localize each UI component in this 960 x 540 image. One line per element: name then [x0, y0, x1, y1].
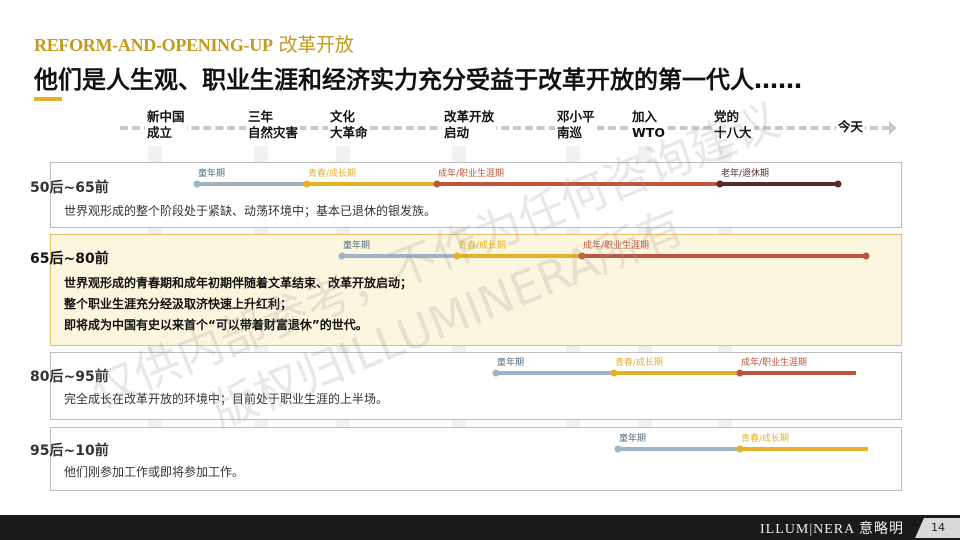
generation-description-80s: 完全成长在改革开放的环境中；目前处于职业生涯的上半场。 — [64, 392, 389, 406]
phase-end-dot — [862, 252, 870, 260]
phase-start-dot — [453, 252, 461, 260]
generation-description-65s-line1: 世界观形成的青春期和成年初期伴随着文革结束、改革开放启动； — [64, 276, 413, 290]
phase-label: 童年期 — [343, 239, 370, 251]
phase-start-dot — [736, 445, 744, 453]
brand-logo: ILLUM|NERA 意略明 — [760, 522, 904, 537]
generation-description-65s-line3: 即将成为中国有史以来首个“可以带着财富退休”的世代。 — [64, 318, 368, 332]
phase-start-dot — [338, 252, 346, 260]
phase-start-dot — [492, 369, 500, 377]
generation-label-80s: 80后~95前 — [30, 369, 109, 385]
phase-label: 童年期 — [619, 432, 646, 444]
generation-label-95s: 95后~10前 — [30, 443, 109, 459]
phase-start-dot — [716, 180, 724, 188]
phase-start-dot — [614, 445, 622, 453]
phase-start-dot — [193, 180, 201, 188]
phase-label: 童年期 — [497, 356, 524, 368]
phase-label: 童年期 — [198, 167, 225, 179]
generation-label-50s: 50后~65前 — [30, 180, 109, 196]
generation-timelines: 童年期 青春/成长期 成年/职业生涯期 老年/退休期童年期 青春/成长期 成年/职业生涯期… — [193, 167, 870, 453]
phase-start-dot — [736, 369, 744, 377]
phase-start-dot — [303, 180, 311, 188]
generation-description-95s: 他们刚参加工作或即将参加工作。 — [64, 465, 245, 479]
page-number: 14 — [931, 521, 945, 534]
phase-label: 青春/成长期 — [308, 167, 356, 179]
generation-description-50s: 世界观形成的整个阶段处于紧缺、动荡环境中；基本已退休的银发族。 — [64, 204, 437, 218]
generation-description-65s-line2: 整个职业生涯充分经汲取济快速上升红利； — [64, 297, 293, 311]
generation-label-65s: 65后~80前 — [30, 251, 109, 267]
phase-label: 青春/成长期 — [458, 239, 506, 251]
phase-label: 青春/成长期 — [615, 356, 663, 368]
phase-start-dot — [610, 369, 618, 377]
phase-label: 老年/退休期 — [721, 167, 769, 179]
phase-label: 成年/职业生涯期 — [583, 239, 649, 251]
phase-label: 成年/职业生涯期 — [438, 167, 504, 179]
phase-start-dot — [433, 180, 441, 188]
phase-end-dot — [834, 180, 842, 188]
phase-label: 青春/成长期 — [741, 432, 789, 444]
phase-label: 成年/职业生涯期 — [741, 356, 807, 368]
phase-start-dot — [578, 252, 586, 260]
